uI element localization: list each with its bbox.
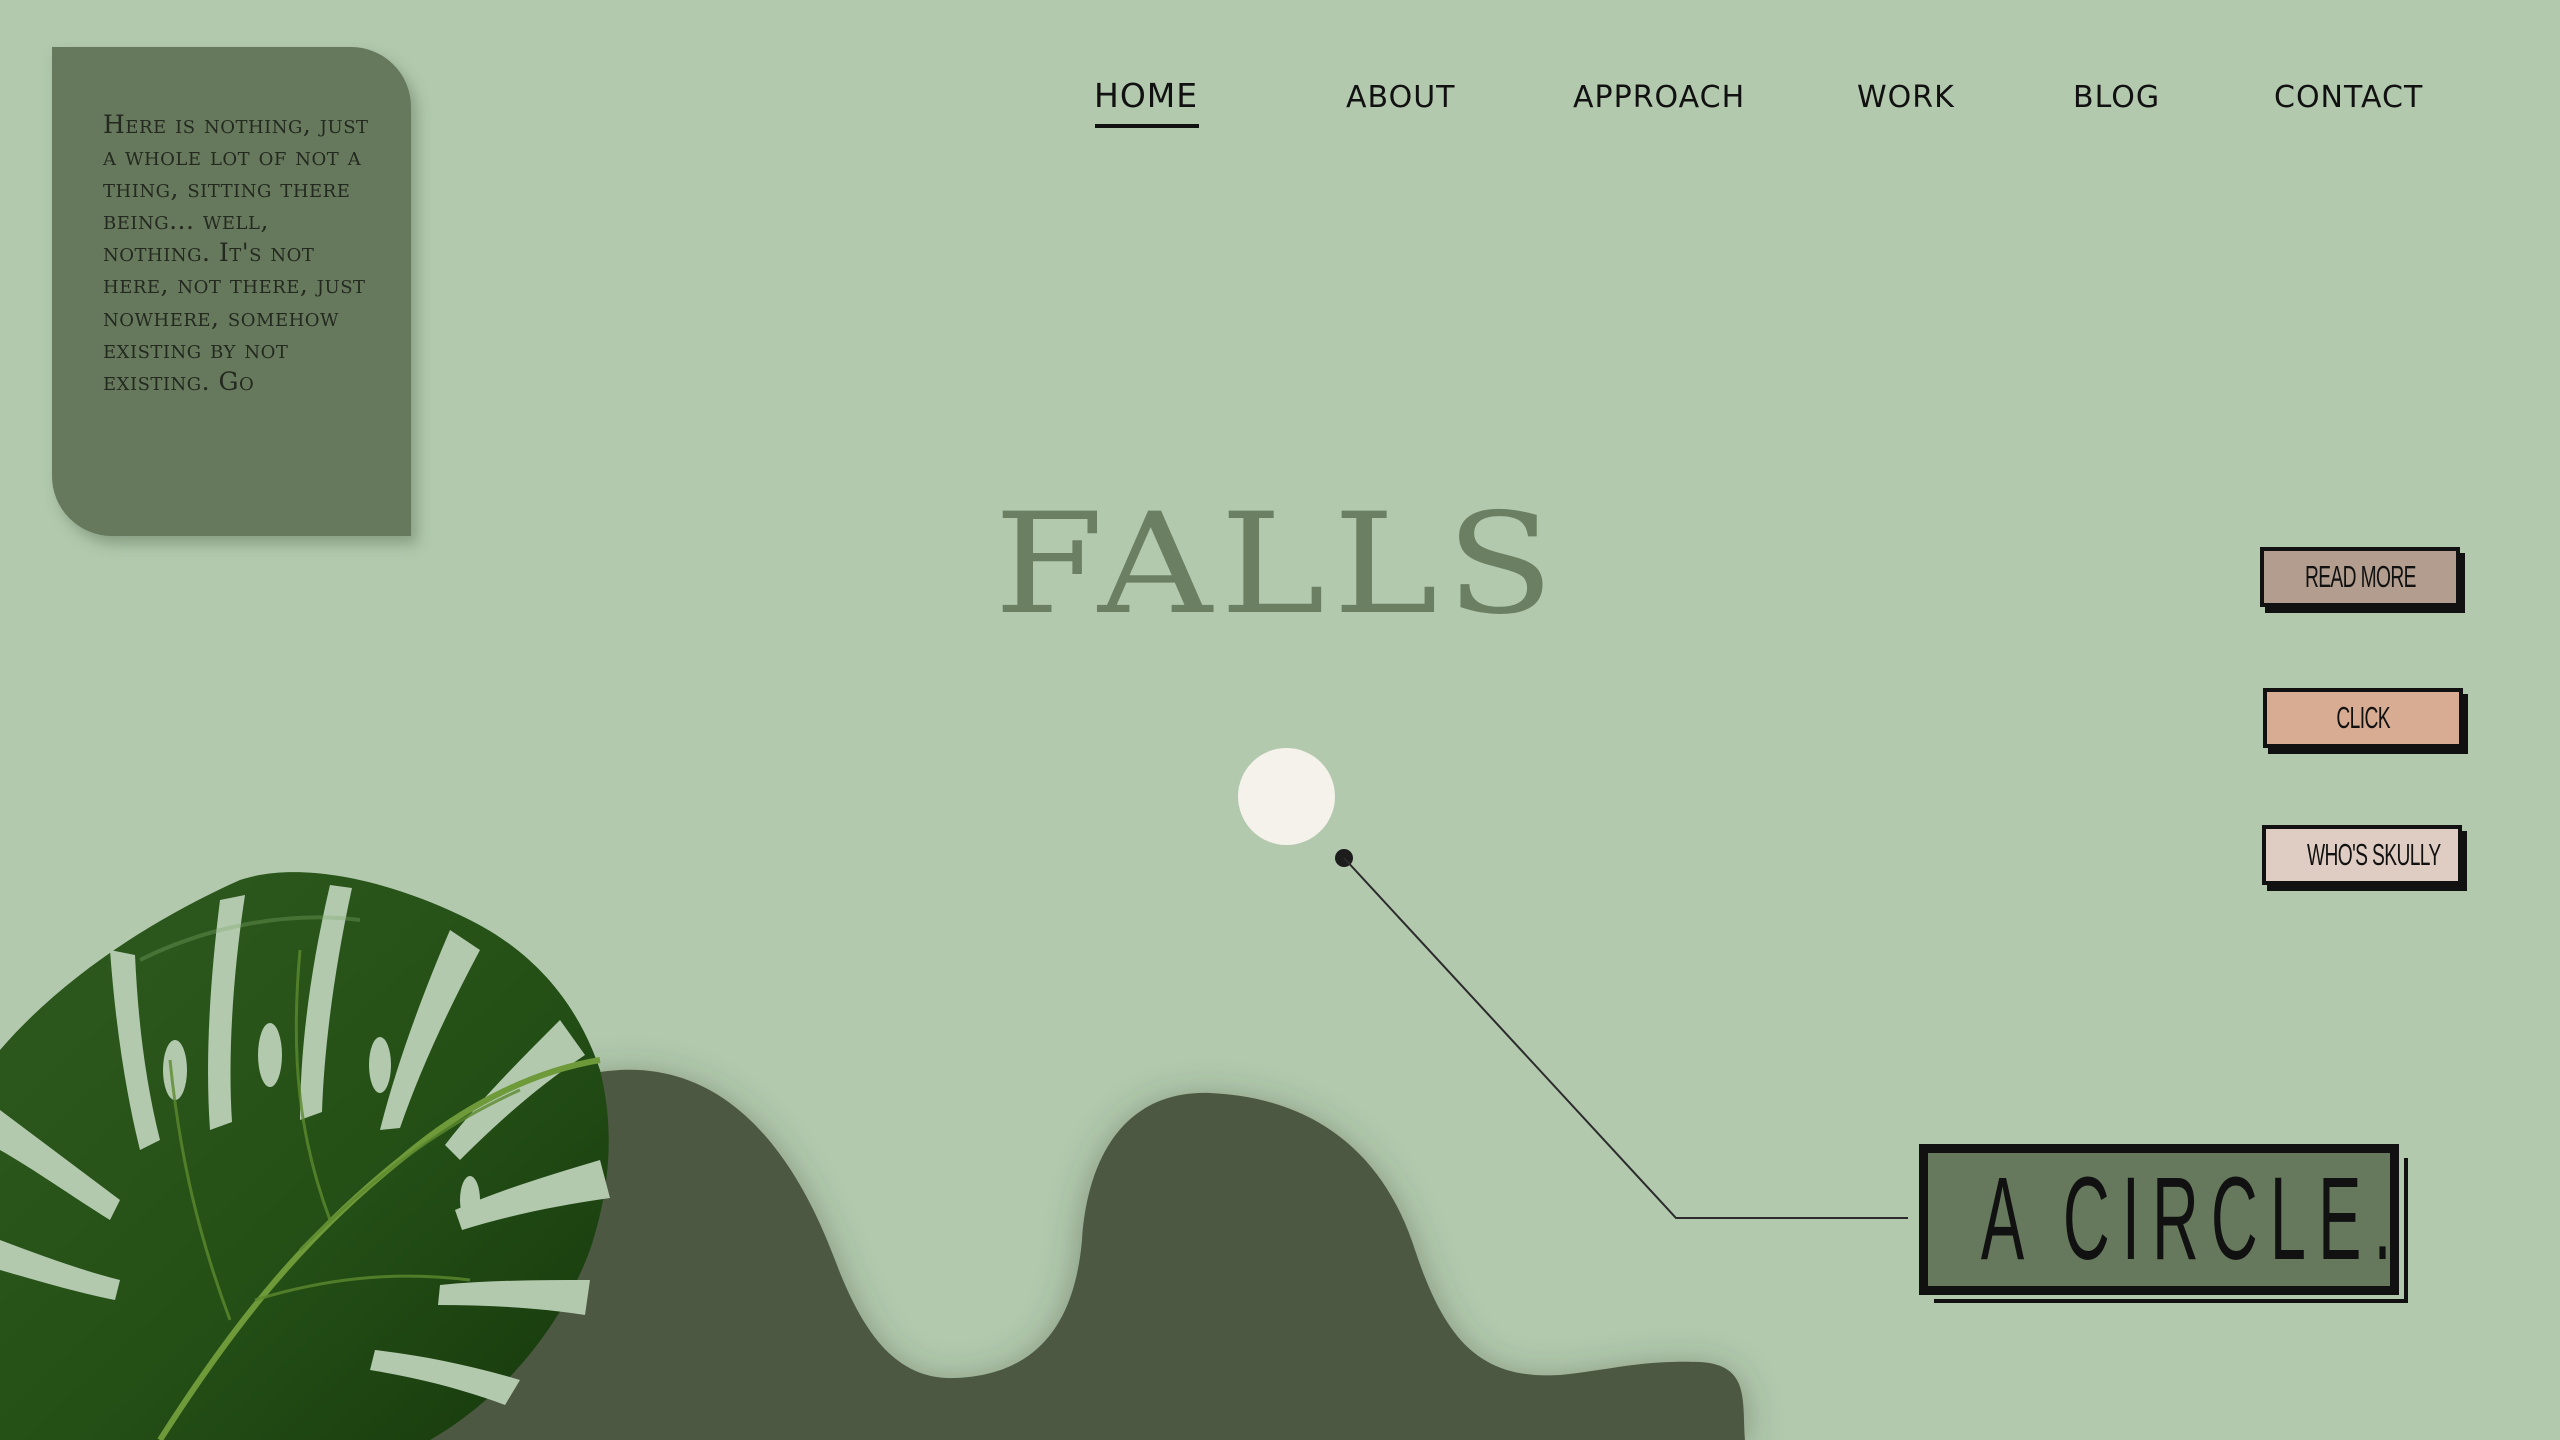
read-more-button[interactable]: READ MORE	[2260, 547, 2460, 607]
callout-label-box: A CIRCLE.	[1919, 1144, 2399, 1295]
monstera-leaf-icon	[0, 872, 610, 1440]
read-more-label: READ MORE	[2304, 559, 2416, 594]
whos-skully-label: WHO'S SKULLY	[2306, 837, 2441, 872]
whos-skully-button[interactable]: WHO'S SKULLY	[2262, 825, 2462, 885]
click-button[interactable]: CLICK	[2263, 688, 2463, 748]
click-label: CLICK	[2336, 700, 2390, 735]
callout-label: A CIRCLE.	[1980, 1153, 2404, 1285]
